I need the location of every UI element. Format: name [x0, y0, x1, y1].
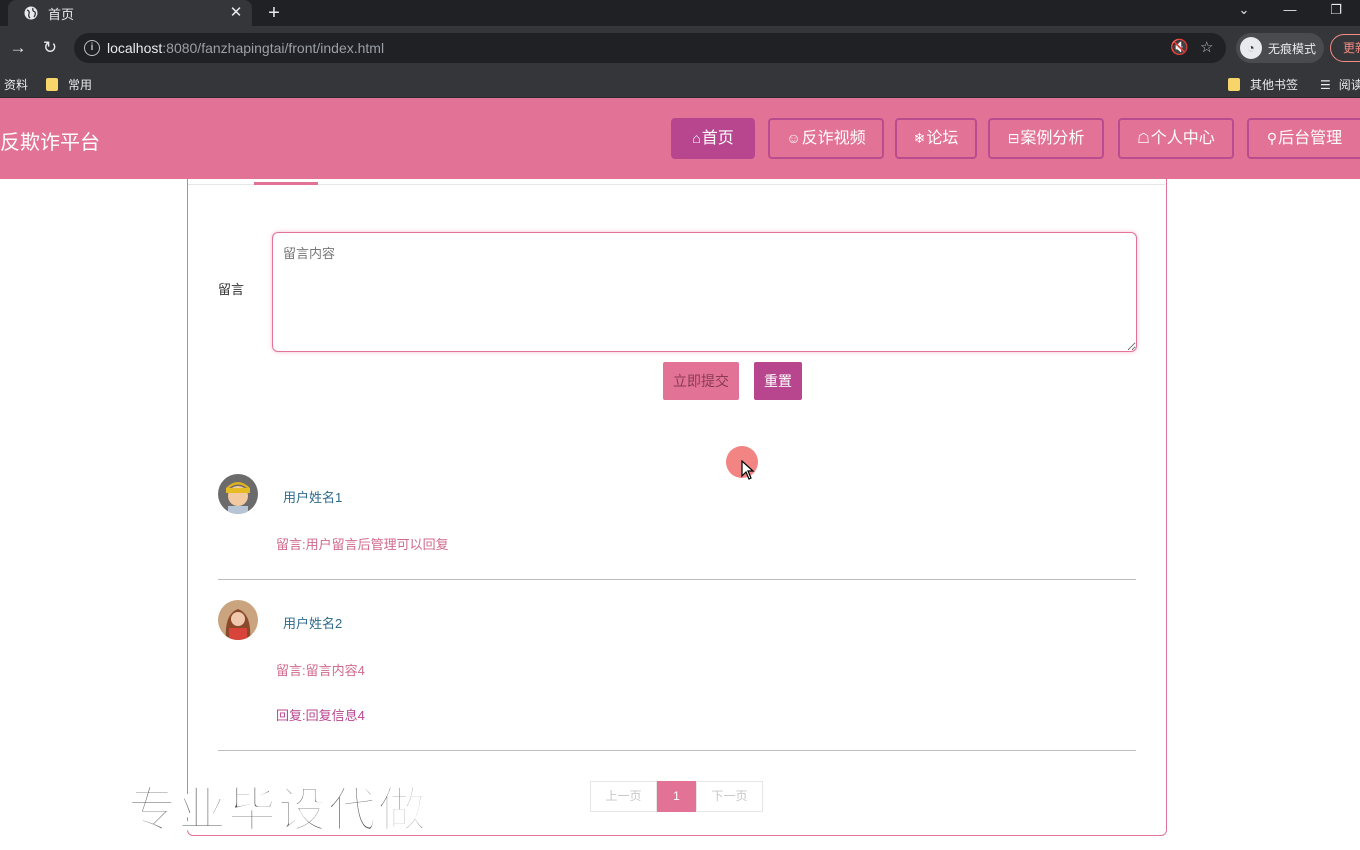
- tab-divider: [188, 184, 1165, 185]
- incognito-indicator[interactable]: ◔ 无痕模式: [1236, 33, 1324, 63]
- message-board-card: 留言 立即提交 重置 用户姓名1 留言:用户留言后管理可以回复 用户姓名2 留言…: [187, 150, 1167, 836]
- page-number-current[interactable]: 1: [657, 781, 696, 812]
- submit-button[interactable]: 立即提交: [663, 362, 739, 400]
- nav-forum[interactable]: ❄论坛: [895, 118, 977, 159]
- message-input[interactable]: [272, 232, 1137, 352]
- reply-content: 回复:回复信息4: [276, 708, 365, 723]
- folder-icon: [46, 78, 58, 91]
- message-content: 留言:留言内容4: [276, 663, 365, 678]
- reset-button[interactable]: 重置: [754, 362, 802, 400]
- snowflake-icon: ❄: [913, 130, 926, 146]
- incognito-label: 无痕模式: [1268, 41, 1317, 56]
- link-icon: ⚲: [1266, 130, 1278, 146]
- bookmarks-bar: 资料 常用 其他书签 ☰ 阅读: [0, 70, 1360, 98]
- username[interactable]: 用户姓名2: [283, 613, 342, 632]
- bookmark-star-icon[interactable]: ☆: [1200, 40, 1213, 56]
- home-icon: ⌂: [692, 130, 701, 146]
- avatar-image: [218, 600, 258, 640]
- site-logo[interactable]: 反欺诈平台: [0, 126, 100, 155]
- site-info-icon[interactable]: i: [84, 40, 100, 56]
- active-tab-indicator: [254, 182, 318, 185]
- incognito-icon: ◔: [1240, 37, 1262, 59]
- avatar: [218, 474, 258, 514]
- bookmark-folder-common[interactable]: 常用: [46, 76, 92, 93]
- reading-list[interactable]: ☰ 阅读: [1320, 76, 1360, 93]
- user-icon: ☖: [1137, 130, 1150, 146]
- message-divider: [218, 750, 1136, 751]
- smile-icon: ☺: [786, 130, 801, 146]
- bookmark-folder-other[interactable]: 其他书签: [1228, 76, 1298, 93]
- reading-list-icon: ☰: [1320, 77, 1331, 92]
- prev-page-button[interactable]: 上一页: [590, 781, 657, 812]
- folder-icon: [1228, 78, 1240, 91]
- nav-anti-fraud-video[interactable]: ☺反诈视频: [768, 118, 884, 159]
- message-divider: [218, 579, 1136, 580]
- avatar: [218, 600, 258, 640]
- message-label: 留言: [218, 282, 245, 297]
- forward-icon[interactable]: →: [8, 38, 28, 58]
- nav-admin[interactable]: ⚲后台管理: [1247, 118, 1360, 159]
- nav-home[interactable]: ⌂首页: [671, 118, 755, 159]
- bookmark-item[interactable]: 资料: [4, 76, 28, 93]
- avatar-image: [218, 474, 258, 514]
- url-text: localhost:8080/fanzhapingtai/front/index…: [107, 40, 385, 56]
- next-page-button[interactable]: 下一页: [696, 781, 763, 812]
- address-bar[interactable]: i localhost:8080/fanzhapingtai/front/ind…: [74, 33, 1226, 63]
- print-icon: ⊟: [1007, 130, 1020, 146]
- browser-tab[interactable]: 首页 ✕: [8, 0, 252, 26]
- restore-icon[interactable]: ❐: [1326, 2, 1346, 18]
- site-header: 反欺诈平台 ⌂首页 ☺反诈视频 ❄论坛 ⊟案例分析 ☖个人中心 ⚲后台管理: [0, 98, 1360, 179]
- mouse-cursor-icon: [741, 460, 755, 480]
- message-content: 留言:用户留言后管理可以回复: [276, 537, 449, 552]
- nav-case-analysis[interactable]: ⊟案例分析: [988, 118, 1104, 159]
- globe-icon: [24, 6, 38, 20]
- browser-toolbar: → ↻ i localhost:8080/fanzhapingtai/front…: [0, 26, 1360, 70]
- muted-site-icon[interactable]: 🔇: [1170, 40, 1189, 56]
- browser-tab-strip: 首页 ✕ + ⌄ — ❐: [0, 0, 1360, 26]
- new-tab-icon[interactable]: +: [264, 3, 284, 23]
- watermark-text: 专业毕设代做: [127, 783, 429, 838]
- update-button[interactable]: 更新: [1330, 34, 1360, 62]
- tab-search-icon[interactable]: ⌄: [1234, 2, 1254, 18]
- username[interactable]: 用户姓名1: [283, 487, 342, 506]
- reload-icon[interactable]: ↻: [40, 38, 60, 58]
- minimize-icon[interactable]: —: [1280, 2, 1300, 17]
- nav-personal-center[interactable]: ☖个人中心: [1118, 118, 1234, 159]
- pagination: 上一页 1 下一页: [590, 781, 763, 812]
- tab-title: 首页: [48, 6, 75, 22]
- close-tab-icon[interactable]: ✕: [228, 5, 244, 21]
